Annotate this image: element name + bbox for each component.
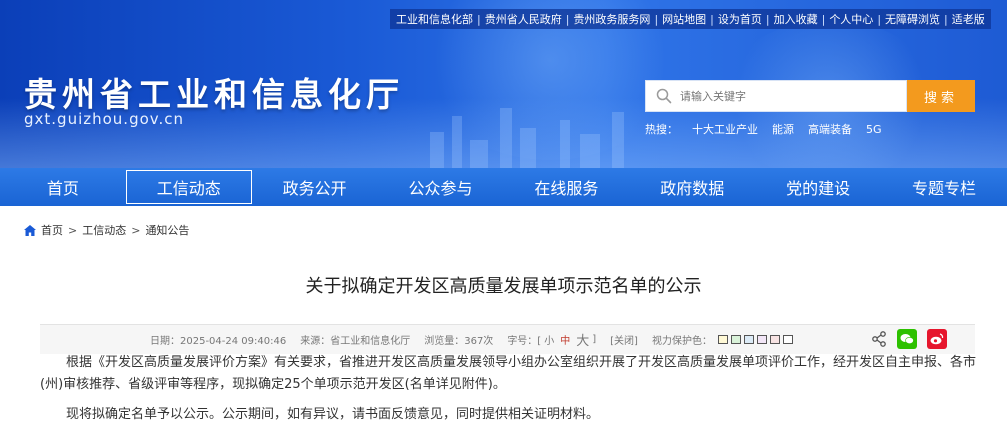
meta-source: 来源：省工业和信息化厅 bbox=[300, 336, 411, 347]
nav-item-news[interactable]: 工信动态 bbox=[125, 168, 252, 206]
site-title[interactable]: 贵州省工业和信息化厅 bbox=[24, 68, 404, 116]
breadcrumb-news[interactable]: 工信动态 bbox=[82, 222, 126, 238]
nav-item-gov-data[interactable]: 政府数据 bbox=[629, 168, 755, 206]
eye-care-swatch[interactable] bbox=[743, 335, 754, 344]
article-meta: 日期：2025-04-24 09:40:46 来源：省工业和信息化厅 浏览量：3… bbox=[40, 324, 975, 354]
breadcrumb-separator: > bbox=[68, 223, 78, 237]
hot-word-equipment[interactable]: 高端装备 bbox=[808, 121, 852, 137]
nav-item-public-participation[interactable]: 公众参与 bbox=[378, 168, 504, 206]
wechat-share-icon[interactable] bbox=[897, 329, 917, 349]
share-icon[interactable] bbox=[871, 331, 887, 347]
font-size-large[interactable]: 大 bbox=[576, 330, 589, 349]
top-link-miit[interactable]: 工业和信息化部 bbox=[396, 11, 473, 27]
meta-views: 浏览量：367次 bbox=[424, 336, 494, 347]
eye-care-swatches bbox=[717, 335, 796, 344]
breadcrumb-notices[interactable]: 通知公告 bbox=[145, 222, 189, 238]
top-link-personal-center[interactable]: 个人中心 bbox=[829, 11, 873, 27]
nav-item-special-topics[interactable]: 专题专栏 bbox=[881, 168, 1007, 206]
font-size-bracket-close: ] bbox=[592, 334, 597, 345]
top-link-sitemap[interactable]: 网站地图 bbox=[662, 11, 706, 27]
top-link-gov-service[interactable]: 贵州政务服务网 bbox=[573, 11, 650, 27]
top-link-province-gov[interactable]: 贵州省人民政府 bbox=[485, 11, 562, 27]
hot-search: 热搜： 十大工业产业 能源 高端装备 5G bbox=[645, 121, 896, 137]
close-page-link[interactable]: [关闭] bbox=[610, 332, 638, 347]
header-banner: 工业和信息化部 | 贵州省人民政府 | 贵州政务服务网 | 网站地图 | 设为首… bbox=[0, 0, 1007, 168]
font-size-medium[interactable]: 中 bbox=[560, 332, 570, 347]
breadcrumb: 首页 > 工信动态 > 通知公告 bbox=[24, 222, 189, 238]
top-link-elderly-mode[interactable]: 适老版 bbox=[952, 11, 985, 27]
top-link-set-homepage[interactable]: 设为首页 bbox=[718, 11, 762, 27]
top-link-accessibility[interactable]: 无障碍浏览 bbox=[885, 11, 940, 27]
article-paragraph: 根据《开发区高质量发展评价方案》有关要求，省推进开发区高质量发展领导小组办公室组… bbox=[40, 355, 977, 392]
meta-date: 日期：2025-04-24 09:40:46 bbox=[150, 336, 287, 347]
search-button[interactable]: 搜索 bbox=[907, 80, 975, 112]
search-icon bbox=[656, 88, 672, 104]
hot-search-label: 热搜： bbox=[645, 123, 678, 136]
weibo-share-icon[interactable] bbox=[927, 329, 947, 349]
eye-care-swatch[interactable] bbox=[769, 335, 780, 344]
top-links-bar: 工业和信息化部 | 贵州省人民政府 | 贵州政务服务网 | 网站地图 | 设为首… bbox=[390, 9, 991, 29]
font-size-small[interactable]: 小 bbox=[544, 332, 554, 347]
share-tools bbox=[871, 329, 947, 349]
nav-item-gov-affairs[interactable]: 政务公开 bbox=[252, 168, 378, 206]
nav-item-party-building[interactable]: 党的建设 bbox=[755, 168, 881, 206]
home-icon bbox=[24, 224, 36, 236]
eye-care-swatch[interactable] bbox=[782, 335, 793, 344]
font-size-label: 字号：[ bbox=[507, 336, 542, 347]
nav-item-online-service[interactable]: 在线服务 bbox=[504, 168, 630, 206]
article-title: 关于拟确定开发区高质量发展单项示范名单的公示 bbox=[305, 276, 702, 297]
hot-word-industries[interactable]: 十大工业产业 bbox=[692, 121, 758, 137]
breadcrumb-separator: > bbox=[131, 223, 141, 237]
nav-item-home[interactable]: 首页 bbox=[0, 168, 126, 206]
hot-word-5g[interactable]: 5G bbox=[866, 123, 882, 136]
eye-care-swatch[interactable] bbox=[717, 335, 728, 344]
search-bar: 搜索 bbox=[645, 80, 975, 112]
eye-care-label: 视力保护色： bbox=[651, 336, 712, 347]
search-box[interactable] bbox=[645, 80, 907, 112]
article-paragraph: 现将拟确定名单予以公示。公示期间，如有异议，请书面反馈意见，同时提供相关证明材料… bbox=[66, 407, 600, 422]
eye-care-swatch[interactable] bbox=[756, 335, 767, 344]
eye-care-swatch[interactable] bbox=[730, 335, 741, 344]
top-link-add-favorite[interactable]: 加入收藏 bbox=[774, 11, 818, 27]
hot-word-energy[interactable]: 能源 bbox=[772, 121, 794, 137]
breadcrumb-home[interactable]: 首页 bbox=[41, 222, 63, 238]
main-nav: 首页 工信动态 政务公开 公众参与 在线服务 政府数据 党的建设 专题专栏 bbox=[0, 168, 1007, 206]
search-input[interactable] bbox=[680, 89, 880, 103]
site-domain: gxt.guizhou.gov.cn bbox=[24, 110, 185, 128]
